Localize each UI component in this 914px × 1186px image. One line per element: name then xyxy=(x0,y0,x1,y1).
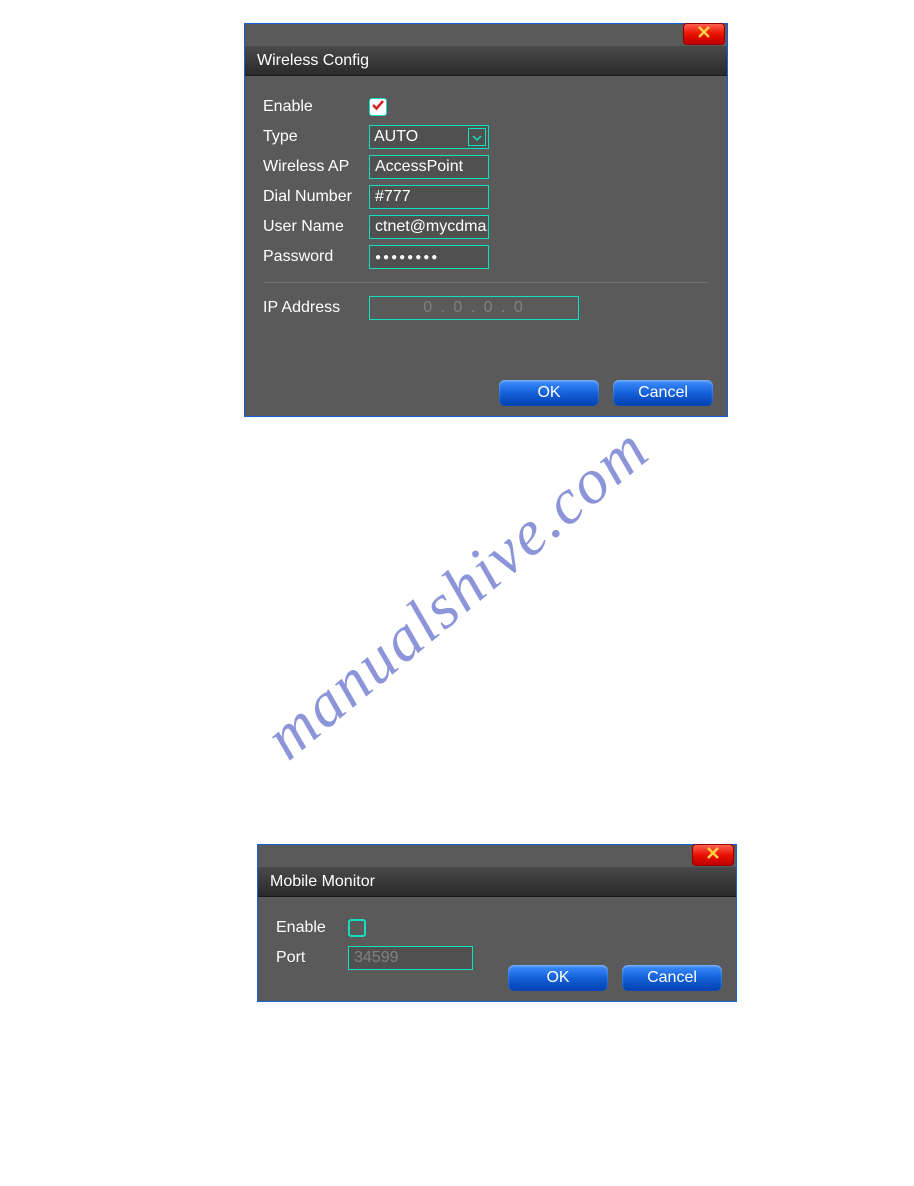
type-value: AUTO xyxy=(374,128,418,146)
cancel-button[interactable]: Cancel xyxy=(613,380,713,406)
close-button[interactable] xyxy=(683,23,725,45)
ip-address-input: 0 . 0 . 0 . 0 xyxy=(369,296,579,320)
type-label: Type xyxy=(263,128,363,146)
close-icon xyxy=(707,846,719,864)
dropdown-button[interactable] xyxy=(468,128,486,146)
password-label: Password xyxy=(263,248,363,266)
dialog-title: Mobile Monitor xyxy=(258,867,736,897)
wireless-ap-input[interactable]: AccessPoint xyxy=(369,155,489,179)
close-icon xyxy=(698,25,710,43)
cancel-button[interactable]: Cancel xyxy=(622,965,722,991)
wireless-ap-label: Wireless AP xyxy=(263,158,363,176)
enable-checkbox[interactable] xyxy=(348,919,366,937)
close-button[interactable] xyxy=(692,844,734,866)
enable-label: Enable xyxy=(263,98,363,116)
ok-button[interactable]: OK xyxy=(499,380,599,406)
wireless-config-dialog: Wireless Config Enable Type AUTO Wir xyxy=(244,23,728,417)
user-name-input[interactable]: ctnet@mycdma. xyxy=(369,215,489,239)
check-icon xyxy=(371,98,385,117)
ok-button[interactable]: OK xyxy=(508,965,608,991)
port-input[interactable]: 34599 xyxy=(348,946,473,970)
dial-number-label: Dial Number xyxy=(263,188,363,206)
user-name-label: User Name xyxy=(263,218,363,236)
dialog-title: Wireless Config xyxy=(245,46,727,76)
enable-checkbox[interactable] xyxy=(369,98,387,116)
enable-label: Enable xyxy=(276,919,342,937)
password-input[interactable]: ●●●●●●●● xyxy=(369,245,489,269)
mobile-monitor-dialog: Mobile Monitor Enable Port 34599 OK Canc… xyxy=(257,844,737,1002)
watermark-text: manualshive.com xyxy=(251,412,663,775)
divider xyxy=(263,282,709,283)
ip-address-label: IP Address xyxy=(263,299,363,317)
port-label: Port xyxy=(276,949,342,967)
type-select[interactable]: AUTO xyxy=(369,125,489,149)
chevron-down-icon xyxy=(472,128,482,146)
dial-number-input[interactable]: #777 xyxy=(369,185,489,209)
